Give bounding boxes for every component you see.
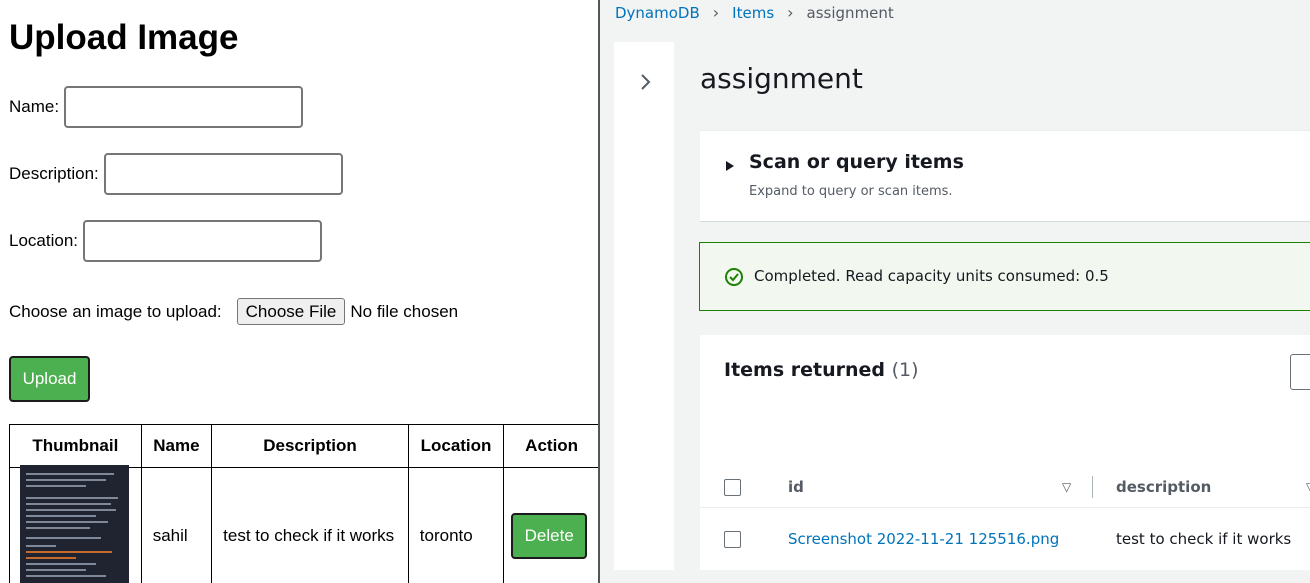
upload-page: Upload Image Name: Description: Location…: [0, 0, 600, 583]
header-thumbnail: Thumbnail: [9, 424, 142, 468]
thumbnail-cell: [9, 464, 142, 583]
description-input[interactable]: [103, 153, 343, 195]
items-table-header: id ▽ description ▽: [700, 467, 1310, 508]
breadcrumb-current: assignment: [806, 3, 894, 22]
expand-navigation-icon[interactable]: [635, 72, 655, 92]
location-input[interactable]: [83, 220, 322, 262]
chevron-right-icon: ›: [787, 3, 794, 22]
page-title: Upload Image: [9, 18, 239, 57]
check-circle-icon: [725, 268, 743, 286]
side-navigation-panel: [614, 42, 674, 570]
name-cell: sahil: [140, 467, 213, 583]
table-row: Screenshot 2022-11-21 125516.png test to…: [700, 517, 1310, 561]
file-row: Choose an image to upload: Choose File N…: [9, 298, 458, 325]
header-description: Description: [211, 424, 409, 468]
name-label: Name:: [9, 97, 60, 116]
location-row: Location:: [9, 220, 322, 262]
scan-query-panel[interactable]: Scan or query items Expand to query or s…: [700, 130, 1310, 222]
column-header-id[interactable]: id: [788, 478, 804, 496]
breadcrumb: DynamoDB › Items › assignment: [615, 3, 894, 22]
item-id-link[interactable]: Screenshot 2022-11-21 125516.png: [788, 530, 1059, 548]
no-file-text: No file chosen: [350, 301, 459, 321]
select-all-checkbox[interactable]: [724, 479, 741, 496]
table-title: assignment: [700, 62, 863, 95]
table-row: sahil test to check if it works toronto …: [9, 464, 600, 583]
header-name: Name: [140, 424, 213, 468]
choose-file-button[interactable]: Choose File: [236, 298, 346, 325]
column-header-description[interactable]: description: [1116, 478, 1211, 496]
delete-button[interactable]: Delete: [511, 512, 588, 559]
breadcrumb-dynamodb[interactable]: DynamoDB: [615, 4, 700, 22]
description-cell: test to check if it works: [211, 467, 409, 583]
description-row: Description:: [9, 153, 343, 195]
thumbnail-image[interactable]: [20, 464, 129, 583]
scan-query-title[interactable]: Scan or query items: [749, 151, 964, 173]
item-description: test to check if it works: [1116, 530, 1292, 548]
row-checkbox[interactable]: [724, 531, 741, 548]
caret-right-icon[interactable]: [724, 160, 736, 172]
chevron-right-icon: ›: [712, 3, 720, 22]
dynamodb-console: DynamoDB › Items › assignment assignment…: [598, 0, 1310, 583]
table-header-row: Thumbnail Name Description Location Acti…: [9, 424, 600, 468]
items-count: (1): [891, 359, 919, 381]
status-alert: Completed. Read capacity units consumed:…: [699, 242, 1310, 311]
items-returned-panel: Items returned (1) id ▽ description ▽ Sc…: [700, 335, 1310, 570]
sort-icon[interactable]: ▽: [1306, 480, 1310, 494]
status-text: Completed. Read capacity units consumed:…: [754, 267, 1109, 285]
header-action: Action: [503, 424, 600, 468]
file-label: Choose an image to upload:: [9, 301, 222, 321]
breadcrumb-items[interactable]: Items: [732, 4, 774, 22]
items-returned-title: Items returned (1): [724, 359, 919, 381]
upload-button[interactable]: Upload: [9, 356, 90, 402]
items-actions-button[interactable]: [1290, 354, 1310, 390]
location-cell: toronto: [407, 467, 505, 583]
header-location: Location: [407, 424, 505, 468]
scan-query-subtitle: Expand to query or scan items.: [749, 184, 953, 199]
sort-icon[interactable]: ▽: [1062, 480, 1071, 494]
description-label: Description:: [9, 164, 99, 183]
items-returned-label: Items returned: [724, 359, 886, 381]
name-input[interactable]: [64, 86, 304, 128]
name-row: Name:: [9, 86, 304, 128]
images-table: Thumbnail Name Description Location Acti…: [9, 424, 600, 583]
action-cell: Delete: [503, 467, 600, 583]
location-label: Location:: [9, 231, 78, 250]
column-divider[interactable]: [1092, 476, 1093, 498]
